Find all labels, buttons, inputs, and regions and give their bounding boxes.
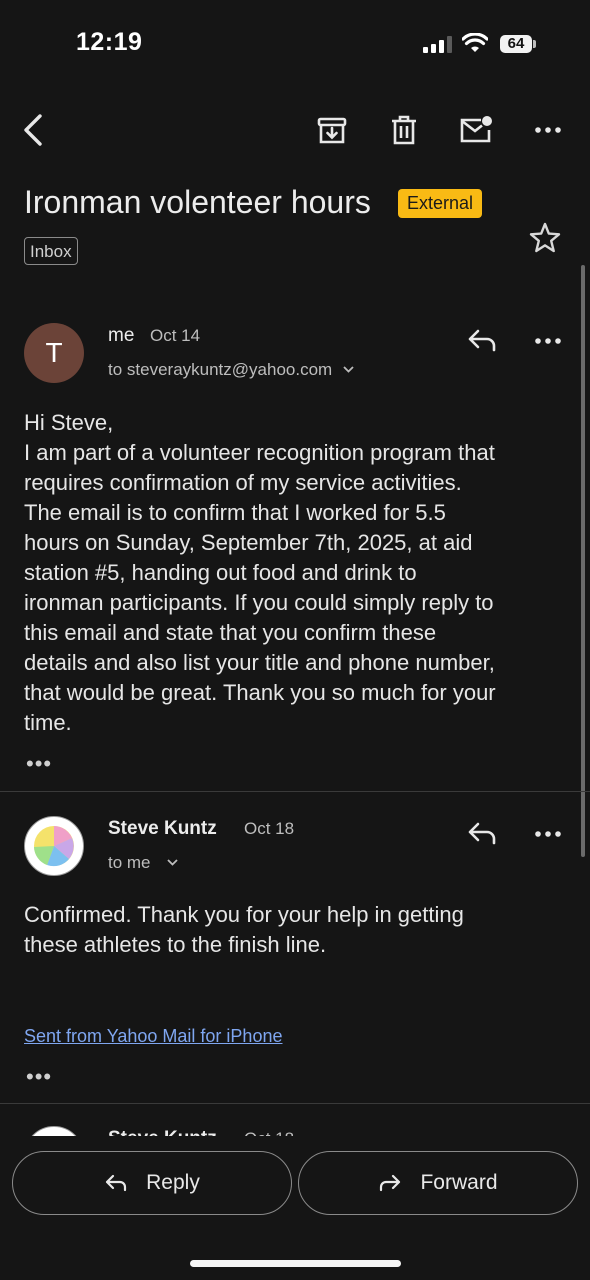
body-line: hours on Sunday, September 7th, 2025, at… [24,530,473,555]
sender-name: Steve Kuntz [108,818,217,839]
forward-button[interactable]: Forward [298,1151,578,1215]
body-line: requires confirmation of my service acti… [24,470,462,495]
scrollbar[interactable] [581,265,585,857]
body-line: these athletes to the finish line. [24,932,327,957]
battery-indicator: 64 [500,35,532,53]
reply-label: Reply [146,1171,200,1194]
external-badge: External [398,189,483,218]
body-line: Confirmed. Thank you for your help in ge… [24,902,464,927]
reply-icon[interactable] [467,821,497,845]
show-quoted-button[interactable]: ••• [26,751,52,777]
chevron-down-icon [343,366,354,373]
reply-button[interactable]: Reply [12,1151,292,1215]
body-line: I am part of a volunteer recognition pro… [24,440,495,465]
body-line: time. [24,710,72,735]
body-line: Hi Steve, [24,410,114,435]
message-date: Oct 14 [150,326,201,345]
message-body: Hi Steve, I am part of a volunteer recog… [24,408,572,738]
recipient-text: to steveraykuntz@yahoo.com [108,360,333,379]
signature-link[interactable]: Sent from Yahoo Mail for iPhone [24,1026,282,1047]
reply-icon [104,1173,128,1193]
reply-icon[interactable] [467,328,497,352]
home-indicator[interactable] [190,1260,401,1267]
avatar [24,816,84,876]
chevron-down-icon [167,859,178,866]
signal-icon [423,36,453,53]
mark-unread-icon[interactable] [459,115,493,145]
back-arrow-icon[interactable] [20,113,48,147]
body-line: details and also list your title and pho… [24,650,495,675]
wifi-icon [462,33,488,53]
avatar: T [24,323,84,383]
more-dots-icon[interactable] [535,127,561,133]
message-body: Confirmed. Thank you for your help in ge… [24,900,572,960]
status-time: 12:19 [76,28,143,56]
body-line: this email and state that you confirm th… [24,620,437,645]
recipient-line[interactable]: to me [108,853,178,873]
star-icon[interactable] [529,222,561,253]
recipient-line[interactable]: to steveraykuntz@yahoo.com [108,360,354,380]
archive-icon[interactable] [317,116,347,146]
message-date: Oct 18 [244,819,295,838]
message-more-icon[interactable] [535,831,561,837]
battery-nub [533,40,536,48]
inbox-label[interactable]: Inbox [24,237,78,265]
divider [0,1103,590,1104]
recipient-text: to me [108,853,151,872]
show-quoted-button[interactable]: ••• [26,1064,52,1090]
message-more-icon[interactable] [535,338,561,344]
body-line: that would be great. Thank you so much f… [24,680,496,705]
body-line: ironman participants. If you could simpl… [24,590,494,615]
body-line: station #5, handing out food and drink t… [24,560,417,585]
email-subject: Ironman volenteer hours [24,184,371,220]
forward-icon [378,1173,402,1193]
trash-icon[interactable] [390,115,418,146]
sender-name: me [108,325,135,346]
divider [0,791,590,792]
body-line: The email is to confirm that I worked fo… [24,500,446,525]
forward-label: Forward [420,1171,498,1194]
